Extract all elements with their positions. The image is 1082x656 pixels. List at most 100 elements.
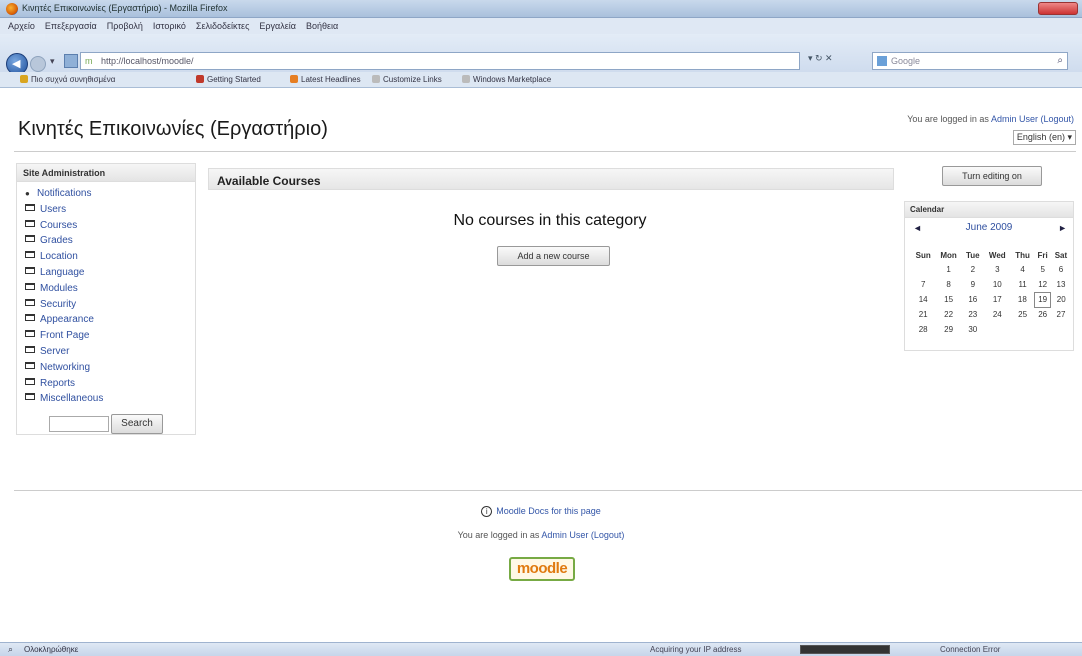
menu-item[interactable]: Ιστορικό — [148, 18, 191, 31]
turn-editing-on-button[interactable]: Turn editing on — [942, 166, 1042, 186]
footer-logout-link[interactable]: (Logout) — [591, 530, 625, 540]
calendar-weekday: Wed — [988, 250, 1006, 260]
add-course-button[interactable]: Add a new course — [497, 246, 610, 266]
calendar-day[interactable]: 11 — [1011, 277, 1035, 292]
admin-item-label: Location — [40, 251, 78, 263]
docs-link-text[interactable]: Moodle Docs for this page — [496, 506, 601, 516]
forward-button[interactable] — [30, 56, 46, 72]
admin-item-security[interactable]: Security — [25, 297, 195, 313]
login-prefix: You are logged in as — [907, 114, 989, 124]
calendar-day[interactable]: 8 — [935, 277, 961, 292]
moodle-docs-link[interactable]: i Moodle Docs for this page — [0, 506, 1082, 517]
search-bar[interactable]: Google ⌕ — [872, 52, 1068, 70]
calendar-day[interactable]: 21 — [911, 307, 935, 322]
calendar-weekday: Sat — [1054, 250, 1068, 260]
calendar-day[interactable]: 26 — [1034, 307, 1050, 322]
admin-item-language[interactable]: Language — [25, 265, 195, 281]
calendar-day[interactable]: 22 — [935, 307, 961, 322]
moodle-logo[interactable]: moodle — [509, 557, 575, 581]
menu-item[interactable]: Εργαλεία — [254, 18, 301, 31]
admin-item-courses[interactable]: Courses — [25, 218, 195, 234]
calendar-day[interactable]: 4 — [1011, 262, 1035, 277]
admin-search-input[interactable] — [49, 416, 109, 432]
calendar-week: 7 8 9 10 11 12 13 — [911, 277, 1071, 292]
admin-item-users[interactable]: Users — [25, 202, 195, 218]
calendar-day[interactable]: 5 — [1034, 262, 1050, 277]
address-bar[interactable]: m http://localhost/moodle/ — [80, 52, 800, 70]
calendar-day[interactable]: 25 — [1011, 307, 1035, 322]
calendar-day[interactable]: 9 — [962, 277, 984, 292]
admin-item-reports[interactable]: Reports — [25, 376, 195, 392]
language-value: English (en) — [1016, 132, 1065, 142]
calendar-day[interactable]: 10 — [984, 277, 1011, 292]
bookmarks-toolbar: Πιο συχνά συνηθισμένα Getting Started Late… — [0, 72, 1082, 88]
calendar-day[interactable]: 6 — [1051, 262, 1071, 277]
admin-item-front-page[interactable]: Front Page — [25, 328, 195, 344]
back-arrow-icon: ◀ — [12, 58, 21, 70]
site-title[interactable]: Κινητές Επικοινωνίες (Εργαστήριο) — [18, 118, 328, 141]
calendar-day[interactable]: 27 — [1051, 307, 1071, 322]
admin-item-miscellaneous[interactable]: Miscellaneous — [25, 391, 195, 407]
calendar-day[interactable]: 12 — [1034, 277, 1050, 292]
status-progress-meter — [800, 645, 890, 654]
menu-item[interactable]: Προβολή — [102, 18, 148, 31]
calendar-day[interactable]: 16 — [962, 292, 984, 307]
calendar-empty-cell — [1011, 322, 1035, 337]
logout-link[interactable]: (Logout) — [1040, 114, 1074, 124]
calendar-day[interactable]: 28 — [911, 322, 935, 337]
info-icon: i — [481, 506, 493, 517]
calendar-day[interactable]: 7 — [911, 277, 935, 292]
bookmark-item[interactable]: Latest Headlines — [290, 75, 361, 84]
admin-search-button[interactable]: Search — [111, 414, 163, 434]
calendar-day[interactable]: 1 — [935, 262, 961, 277]
next-month-icon[interactable]: ► — [1058, 223, 1067, 233]
reload-stop-buttons[interactable]: ▾ ↻ ✕ — [808, 53, 868, 69]
calendar-day[interactable]: 19 — [1033, 291, 1052, 308]
menu-item[interactable]: Βοήθεια — [301, 18, 343, 31]
calendar-day[interactable]: 15 — [935, 292, 961, 307]
bookmark-item[interactable]: Windows Marketplace — [462, 75, 551, 84]
menu-item[interactable]: Επεξεργασία — [40, 18, 102, 31]
footer-login-info: You are logged in as Admin User (Logout) — [0, 530, 1082, 540]
admin-item-label: Front Page — [40, 330, 90, 342]
calendar-day[interactable]: 17 — [984, 292, 1011, 307]
calendar-month[interactable]: June 2009 — [905, 222, 1073, 233]
calendar-day[interactable]: 24 — [984, 307, 1011, 322]
available-courses-header: Available Courses — [208, 168, 894, 190]
calendar-day[interactable]: 23 — [962, 307, 984, 322]
admin-item-modules[interactable]: Modules — [25, 281, 195, 297]
menu-item[interactable]: Αρχείο — [0, 18, 40, 31]
search-bar-placeholder: Google — [891, 56, 921, 66]
admin-item-location[interactable]: Location — [25, 249, 195, 265]
bookmark-item[interactable]: Getting Started — [196, 75, 261, 84]
folder-icon — [25, 282, 35, 290]
calendar-day[interactable]: 14 — [911, 292, 935, 307]
admin-item-notifications[interactable]: ● Notifications — [25, 186, 195, 202]
footer-user-name-link[interactable]: Admin User — [541, 530, 588, 540]
calendar-day[interactable]: 29 — [935, 322, 961, 337]
admin-item-appearance[interactable]: Appearance — [25, 312, 195, 328]
search-magnifier-icon[interactable]: ⌕ — [1057, 55, 1063, 66]
calendar-empty-cell — [1051, 322, 1071, 337]
admin-item-grades[interactable]: Grades — [25, 233, 195, 249]
calendar-day[interactable]: 13 — [1051, 277, 1071, 292]
connection-status[interactable]: Connection Error — [940, 645, 1000, 654]
calendar-day[interactable]: 3 — [984, 262, 1011, 277]
bookmark-label: Latest Headlines — [301, 75, 361, 84]
user-name-link[interactable]: Admin User — [991, 114, 1038, 124]
calendar-day[interactable]: 18 — [1011, 292, 1035, 307]
admin-item-server[interactable]: Server — [25, 344, 195, 360]
available-courses-title: Available Courses — [217, 174, 321, 188]
language-select[interactable]: English (en) ▾ — [1012, 130, 1076, 145]
calendar-day[interactable]: 20 — [1051, 292, 1071, 307]
menu-item[interactable]: Σελιδοδείκτες — [191, 18, 255, 31]
admin-item-networking[interactable]: Networking — [25, 360, 195, 376]
bookmark-item[interactable]: Customize Links — [372, 75, 442, 84]
close-window-button[interactable] — [1038, 2, 1078, 15]
calendar-day[interactable]: 2 — [962, 262, 984, 277]
calendar-day[interactable]: 30 — [962, 322, 984, 337]
home-icon[interactable] — [64, 54, 78, 68]
history-dropdown-icon[interactable]: ▾ — [50, 56, 55, 67]
admin-item-label: Language — [40, 266, 85, 278]
bookmark-item[interactable]: Πιο συχνά συνηθισμένα — [20, 75, 115, 84]
